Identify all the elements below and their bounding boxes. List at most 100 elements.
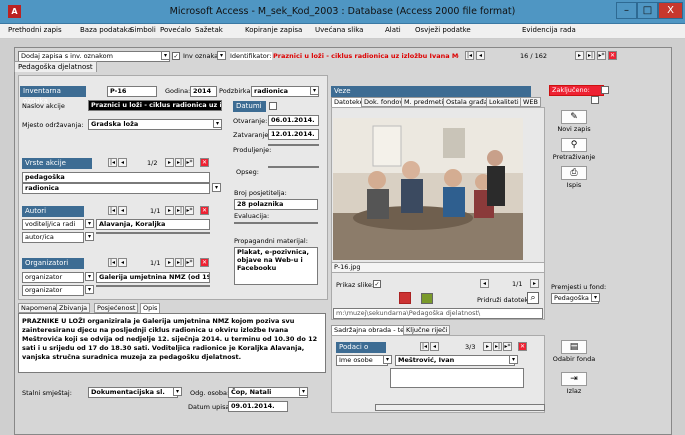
menu-work-log[interactable]: Evidencija rada [522, 26, 576, 34]
prev-button[interactable]: ◂ [118, 258, 127, 267]
chevron-down-icon[interactable]: ▾ [85, 285, 94, 294]
tab-keywords[interactable]: Ključne riječi [403, 325, 451, 335]
tab-web[interactable]: WEB [520, 97, 541, 107]
next-button[interactable]: ▸ [165, 206, 174, 215]
location-field[interactable]: Dokumentacijska sl. [88, 387, 178, 398]
tab-lokaliteti[interactable]: Lokaliteti [486, 97, 522, 107]
responsible-field[interactable]: Čop, Natali [228, 387, 308, 398]
new-button[interactable]: ▸* [185, 206, 194, 215]
minimize-button[interactable]: – [616, 2, 637, 19]
organizer-name-field[interactable] [96, 285, 210, 287]
chevron-down-icon[interactable]: ▾ [383, 355, 392, 364]
tab-m-predmeti[interactable]: M. predmeti [401, 97, 447, 107]
chevron-down-icon[interactable]: ▾ [591, 293, 600, 302]
menu-zoom[interactable]: Povećalo [160, 26, 191, 34]
next-file-button[interactable]: ▸ [530, 279, 539, 288]
tab-opis[interactable]: Opis [140, 303, 161, 313]
next-button[interactable]: ▸ [165, 258, 174, 267]
first-button[interactable]: |◂ [420, 342, 429, 351]
menu-tools[interactable]: Alati [385, 26, 401, 34]
menu-prev-record[interactable]: Prethodni zapis [8, 26, 62, 34]
tab-ostala-gradja[interactable]: Ostala građa [443, 97, 491, 107]
access-app-icon[interactable]: A [8, 5, 21, 18]
extra-checkbox[interactable] [591, 96, 599, 104]
first-button[interactable]: |◂ [108, 258, 117, 267]
maximize-button[interactable]: □ [637, 2, 658, 19]
menu-enlarged-image[interactable]: Uvećana slika [315, 26, 363, 34]
first-button[interactable]: |◂ [108, 158, 117, 167]
page-icon[interactable] [269, 102, 277, 110]
menu-database[interactable]: Baza podataka [80, 26, 132, 34]
delete-icon[interactable]: ✕ [518, 342, 527, 351]
menu-symbols[interactable]: Simboli [130, 26, 156, 34]
last-button[interactable]: ▸| [493, 342, 502, 351]
theme-notes-field[interactable] [390, 368, 524, 388]
select-fund-button[interactable]: ▤ Odabir fonda [552, 340, 596, 363]
venue-field[interactable]: Gradska loža [88, 119, 222, 130]
chevron-down-icon[interactable]: ▾ [509, 355, 518, 364]
chevron-down-icon[interactable]: ▾ [212, 183, 221, 192]
first-record-button[interactable]: |◂ [465, 51, 474, 60]
extension-field[interactable] [268, 144, 319, 146]
first-button[interactable]: |◂ [108, 206, 117, 215]
opening-field[interactable]: 06.01.2014. [268, 115, 319, 126]
chevron-down-icon[interactable]: ▾ [299, 387, 308, 396]
organizer-role-field[interactable]: organizator [22, 285, 84, 296]
author-role-field[interactable]: voditelj/ica radi [22, 219, 84, 230]
author-name-field[interactable] [96, 232, 210, 234]
chevron-down-icon[interactable]: ▾ [213, 119, 222, 128]
last-button[interactable]: ▸| [175, 206, 184, 215]
inv-checkbox[interactable]: ✓ [172, 52, 180, 60]
tab-zbivanja[interactable]: Zbivanja [56, 303, 91, 313]
last-button[interactable]: ▸| [175, 258, 184, 267]
chevron-down-icon[interactable]: ▾ [161, 51, 170, 60]
chevron-down-icon[interactable]: ▾ [85, 232, 94, 241]
closed-checkbox[interactable] [601, 86, 609, 94]
entry-date-field[interactable]: 09.01.2014. [228, 401, 288, 412]
delete-icon[interactable]: ✕ [200, 206, 209, 215]
search-icon[interactable]: ⌕ [527, 292, 539, 304]
delete-icon[interactable]: ✕ [200, 258, 209, 267]
new-button[interactable]: ▸* [185, 258, 194, 267]
closing-field[interactable]: 12.01.2014. [268, 129, 319, 140]
close-button[interactable]: X [658, 2, 683, 19]
description-field[interactable]: PRAZNIKE U LOŽI organizirala je Galerija… [18, 313, 326, 373]
author-role-field[interactable]: autor/ica [22, 232, 84, 243]
prev-button[interactable]: ◂ [118, 206, 127, 215]
chevron-down-icon[interactable]: ▾ [85, 219, 94, 228]
chevron-down-icon[interactable]: ▾ [85, 272, 94, 281]
theme-name-field[interactable]: Meštrović, Ivan [395, 355, 515, 366]
chevron-down-icon[interactable]: ▾ [173, 387, 182, 396]
promo-field[interactable]: Plakat, e-pozivnica, objave na Web-u i F… [234, 247, 318, 285]
delete-record-icon[interactable]: ✕ [608, 51, 617, 60]
exit-button[interactable]: ⇥ Izlaz [552, 372, 596, 395]
tab-napomena[interactable]: Napomena [18, 303, 60, 313]
chevron-down-icon[interactable]: ▾ [217, 51, 226, 60]
menu-copy-record[interactable]: Kopiranje zapisa [245, 26, 302, 34]
theme-role-field[interactable]: Ime osobe [336, 355, 388, 366]
prev-file-button[interactable]: ◂ [480, 279, 489, 288]
last-button[interactable]: ▸| [175, 158, 184, 167]
prev-record-button[interactable]: ◂ [476, 51, 485, 60]
next-button[interactable]: ▸ [483, 342, 492, 351]
next-record-button[interactable]: ▸ [575, 51, 584, 60]
picture-icon[interactable] [421, 293, 433, 304]
action-type-row[interactable]: radionica [22, 183, 210, 194]
chevron-down-icon[interactable]: ▾ [310, 86, 319, 95]
subcollection-field[interactable]: radionica [251, 86, 319, 97]
visitors-field[interactable]: 28 polaznika [234, 199, 318, 210]
delete-icon[interactable]: ✕ [200, 158, 209, 167]
evaluation-field[interactable] [234, 222, 318, 224]
new-record-button[interactable]: ▸* [597, 51, 606, 60]
show-image-checkbox[interactable]: ✓ [373, 280, 381, 288]
action-type-row[interactable]: pedagoška [22, 172, 210, 183]
prev-button[interactable]: ◂ [430, 342, 439, 351]
year-field[interactable]: 2014 [190, 86, 217, 97]
tab-posjecenost[interactable]: Posjećenost [94, 303, 139, 313]
print-side-button[interactable]: ⎙ Ispis [552, 166, 596, 189]
menu-refresh[interactable]: Osvježi podatke [415, 26, 471, 34]
organizer-role-field[interactable]: organizator [22, 272, 84, 283]
author-name-field[interactable]: Alavanja, Koraljka [96, 219, 210, 230]
tab-pedagoska[interactable]: Pedagoška djelatnost [14, 61, 97, 72]
new-button[interactable]: ▸* [503, 342, 512, 351]
